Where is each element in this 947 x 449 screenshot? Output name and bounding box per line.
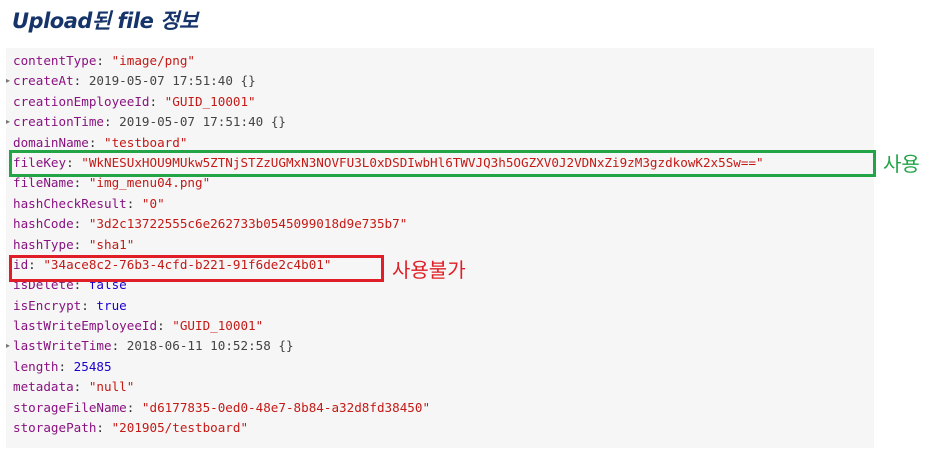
key-separator: : [96,53,112,68]
property-value: 25485 [73,358,112,374]
property-key: lastWriteEmployeeId [13,318,158,334]
unusable-annotation-label: 사용불가 [392,258,466,282]
property-row-lastWriteEmployeeId: lastWriteEmployeeId: "GUID_10001" [6,316,874,336]
property-key: contentType [13,53,97,68]
key-separator: : [149,93,165,109]
property-value: "d6177835-0ed0-48e7-8b84-a32d8fd38450" [141,399,431,415]
property-row-creationTime[interactable]: ▸ creationTime: 2019-05-07 17:51:40 {} [6,112,874,132]
property-key: createAt [13,73,74,89]
property-key: metadata [13,379,74,395]
property-row-isEncrypt: isEncrypt: true [6,296,874,316]
key-separator: : [88,134,104,150]
key-separator: : [73,175,89,191]
key-separator: : [73,73,89,89]
page-title: Upload된 file 정보 [12,9,198,33]
property-value: 2019-05-07 17:51:40 {} [119,114,286,130]
property-value: "3d2c13722555c6e262733b0545099018d9e735b… [88,216,408,232]
property-row-creationEmployeeId: creationEmployeeId: "GUID_10001" [6,92,874,112]
property-value: "0" [141,195,165,211]
property-key: length [13,358,59,374]
expand-triangle-icon[interactable]: ▸ [6,336,10,356]
expand-triangle-icon[interactable]: ▸ [6,112,10,132]
property-value: "GUID_10001" [164,93,256,109]
property-key: creationEmployeeId [13,93,150,109]
property-key: hashCode [13,216,74,232]
property-key: storagePath [13,420,97,436]
property-row-contentType: contentType: "image/png" [6,51,874,71]
object-inspector-panel: contentType: "image/png" ▸ createAt: 2019-… [6,48,874,448]
unusable-highlight-box [9,255,384,282]
property-key: hashCheckResult [13,195,127,211]
property-key: domainName [13,134,89,150]
property-key: lastWriteTime [13,338,112,354]
key-separator: : [73,236,89,252]
property-value: "img_menu04.png" [88,175,211,191]
property-list: contentType: "image/png" ▸ createAt: 2019-… [6,51,874,438]
key-separator: : [157,318,173,334]
key-separator: : [58,358,74,374]
property-key: isEncrypt [13,297,82,313]
property-row-hashCode: hashCode: "3d2c13722555c6e262733b0545099… [6,214,874,234]
property-key: creationTime [13,114,104,130]
key-separator: : [96,420,112,436]
property-row-storageFileName: storageFileName: "d6177835-0ed0-48e7-8b8… [6,398,874,418]
usable-annotation-label: 사용 [883,152,920,176]
property-row-hashType: hashType: "sha1" [6,235,874,255]
key-separator: : [126,195,142,211]
property-row-storagePath: storagePath: "201905/testboard" [6,418,874,438]
property-value: "sha1" [88,236,135,252]
property-value: "201905/testboard" [111,420,249,436]
property-value: 2018-06-11 10:52:58 {} [126,338,294,354]
property-value: "testboard" [104,134,188,150]
property-value: "image/png" [111,53,195,68]
property-key: hashType [13,236,74,252]
property-key: fileName [13,175,74,191]
key-separator: : [111,338,127,354]
key-separator: : [73,216,89,232]
property-row-hashCheckResult: hashCheckResult: "0" [6,194,874,214]
usable-highlight-box [9,150,876,177]
expand-triangle-icon[interactable]: ▸ [6,71,10,91]
key-separator: : [73,379,89,395]
property-value: "GUID_10001" [172,318,264,334]
property-key: storageFileName [13,399,127,415]
key-separator: : [104,114,120,130]
property-value: 2019-05-07 17:51:40 {} [88,73,256,89]
property-row-lastWriteTime[interactable]: ▸ lastWriteTime: 2018-06-11 10:52:58 {} [6,336,874,356]
key-separator: : [81,297,97,313]
property-value: "null" [88,379,135,395]
property-row-metadata: metadata: "null" [6,377,874,397]
property-row-length: length: 25485 [6,357,874,377]
key-separator: : [126,399,142,415]
property-value: true [96,297,127,313]
property-row-createAt[interactable]: ▸ createAt: 2019-05-07 17:51:40 {} [6,71,874,91]
